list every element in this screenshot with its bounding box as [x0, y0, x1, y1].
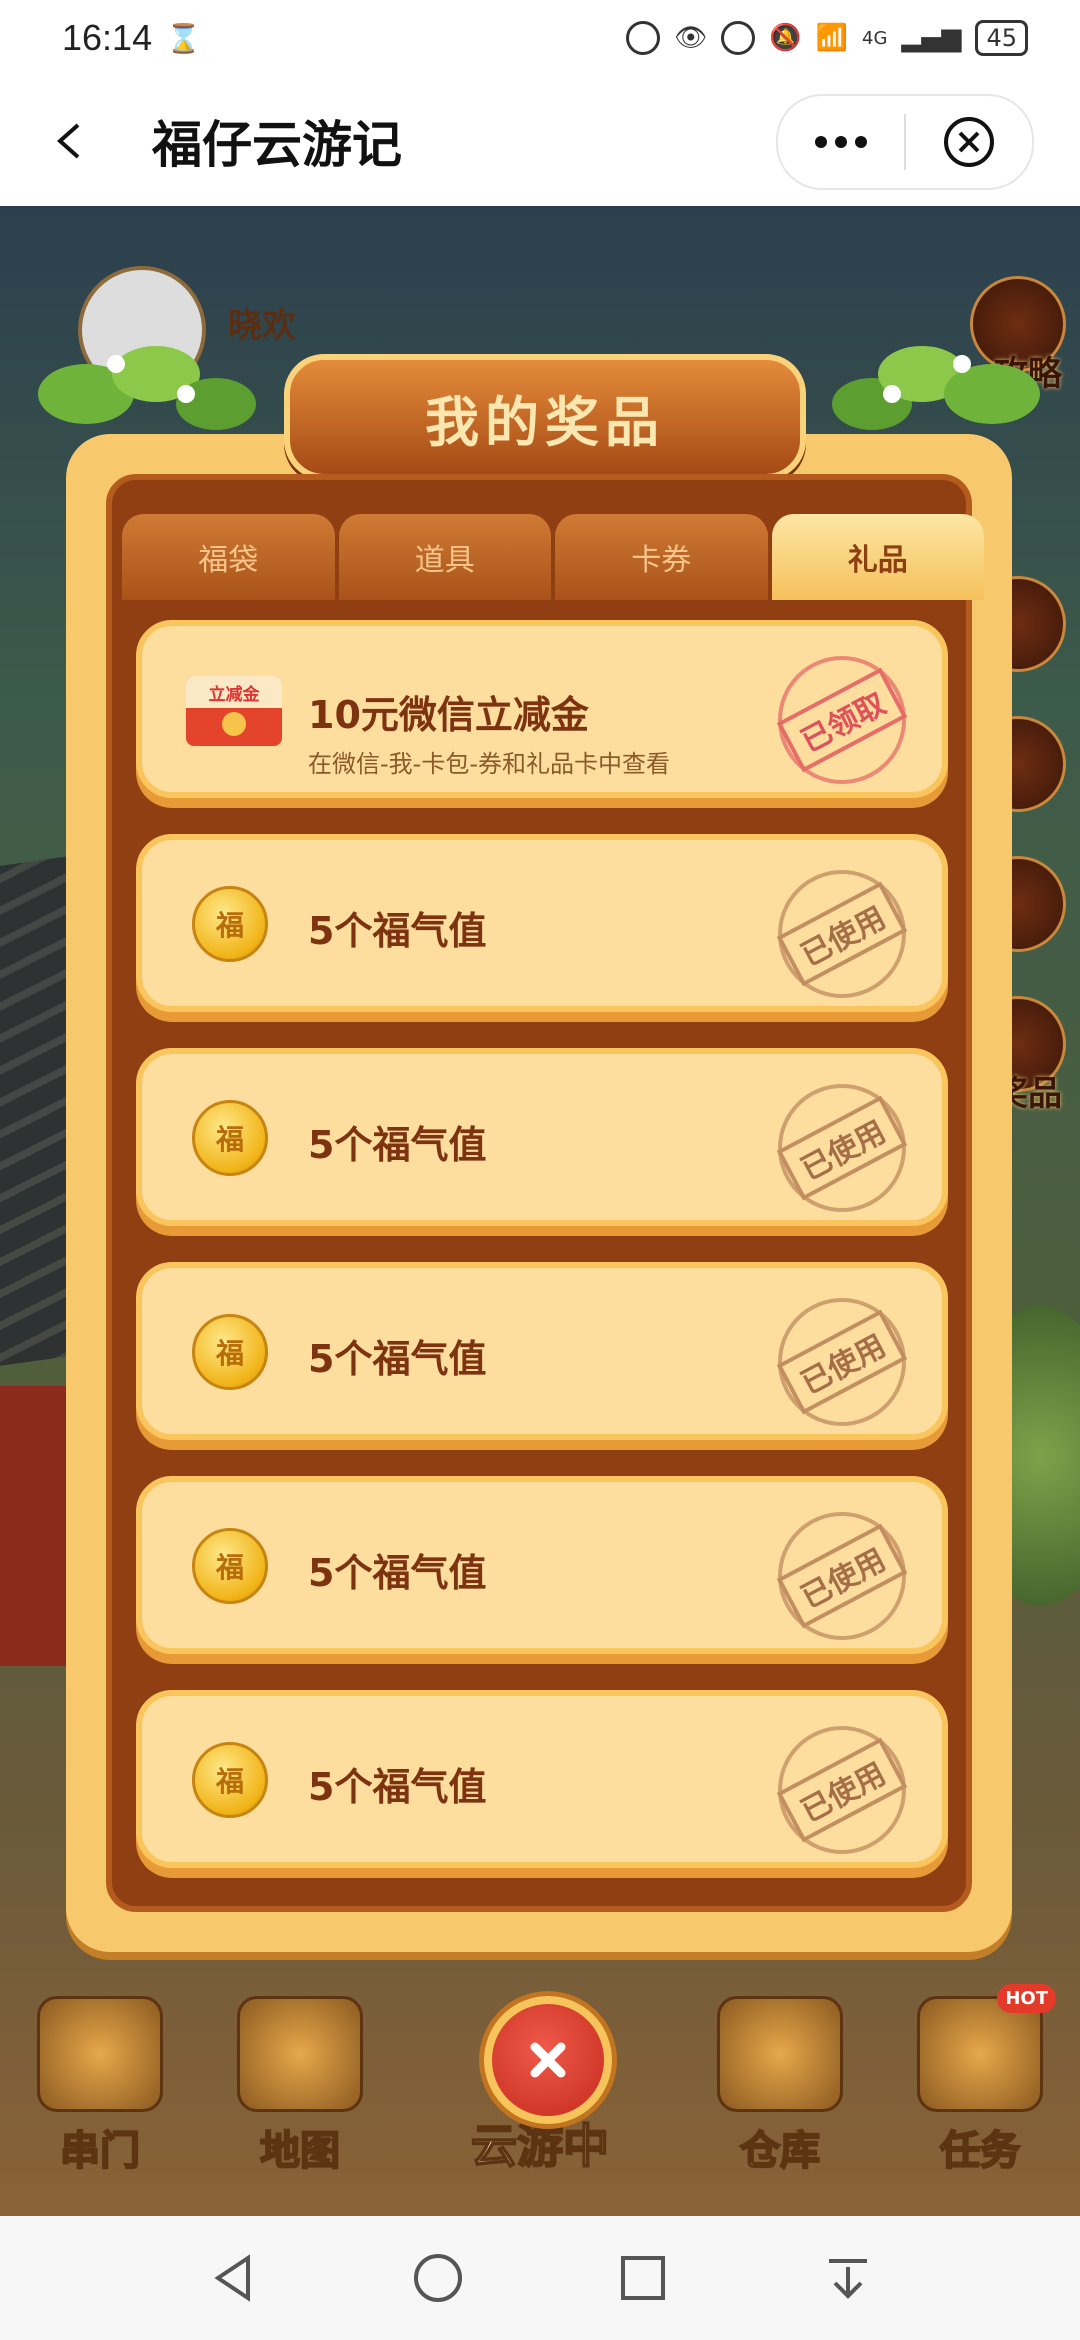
task-list-icon	[917, 1996, 1043, 2112]
pull-down-icon	[828, 2259, 867, 2299]
dock-map[interactable]: 地图	[220, 1996, 380, 2176]
prize-title: 5个福气值	[308, 1123, 487, 1167]
prize-tabs: 福袋 道具 卡券 礼品	[122, 514, 984, 600]
prize-row: 福 5个福气值 已使用	[136, 1690, 948, 1868]
coin-icon: 福	[192, 1314, 268, 1390]
prize-title: 5个福气值	[308, 909, 487, 953]
tab-lucky-bag[interactable]: 福袋	[122, 514, 335, 600]
app-nav-bar: 福仔云游记	[0, 76, 1080, 206]
stamp-text: 已使用	[776, 1523, 908, 1629]
leaves-decoration-icon	[38, 346, 256, 430]
used-stamp: 已使用	[776, 870, 908, 998]
prize-title: 5个福气值	[308, 1765, 487, 1809]
dock-label: 串门	[59, 2127, 141, 2175]
triangle-back-icon	[213, 2254, 250, 2302]
prizes-dialog: 我的奖品 福袋 道具 卡券 礼品 立减金 10元微信立减金 在微信-我-卡包-券…	[38, 346, 1040, 1952]
hot-badge: HOT	[997, 1984, 1056, 2013]
used-stamp: 已使用	[776, 1512, 908, 1640]
house-icon	[37, 1996, 163, 2112]
signal-icon: ▂▄▆	[901, 23, 962, 53]
more-button[interactable]	[778, 96, 904, 188]
prize-row: 福 5个福气值 已使用	[136, 834, 948, 1012]
leaves-decoration-icon	[832, 346, 1040, 430]
prize-row: 立减金 10元微信立减金 在微信-我-卡包-券和礼品卡中查看 已领取	[136, 620, 948, 798]
dock-label: 任务	[939, 2127, 1021, 2175]
prize-title: 10元微信立减金	[308, 693, 589, 737]
dock-warehouse[interactable]: 仓库	[700, 1996, 860, 2176]
used-stamp: 已使用	[776, 1726, 908, 1854]
prize-row: 福 5个福气值 已使用	[136, 1476, 948, 1654]
dialog-title-plate: 我的奖品	[284, 354, 806, 480]
stamp-text: 已使用	[776, 1095, 908, 1201]
dock-label: 仓库	[739, 2127, 821, 2175]
close-x-icon	[530, 2042, 566, 2078]
eye-icon: 👁	[674, 23, 708, 53]
tab-coupons[interactable]: 卡券	[555, 514, 768, 600]
dock-label: 地图	[259, 2127, 341, 2175]
prize-list: 立减金 10元微信立减金 在微信-我-卡包-券和礼品卡中查看 已领取 福 5个福…	[136, 620, 948, 1904]
prize-row: 福 5个福气值 已使用	[136, 1048, 948, 1226]
stamp-text: 已使用	[776, 1309, 908, 1415]
system-home-button[interactable]	[408, 2248, 468, 2308]
tab-props[interactable]: 道具	[338, 514, 551, 600]
more-dots-icon	[815, 136, 867, 148]
red-envelope-icon: 立减金	[186, 676, 282, 746]
square-recents-icon	[620, 2256, 665, 2300]
coin-icon: 福	[192, 1100, 268, 1176]
envelope-label: 立减金	[208, 685, 260, 705]
coin-icon: 福	[192, 1742, 268, 1818]
stamp-text: 已使用	[776, 1737, 908, 1843]
prize-title: 5个福气值	[308, 1337, 487, 1381]
prize-row: 福 5个福气值 已使用	[136, 1262, 948, 1440]
status-bar: 16:14 ⌛ 👁 🔕 📶 4G ▂▄▆ 45	[0, 0, 1080, 76]
nfc-icon	[626, 21, 661, 55]
dock-tasks[interactable]: HOT 任务	[900, 1984, 1060, 2176]
circle-home-icon	[413, 2254, 462, 2302]
tab-gifts[interactable]: 礼品	[771, 514, 984, 600]
used-stamp: 已使用	[776, 1298, 908, 1426]
battery-icon: 45	[975, 20, 1028, 56]
stamp-text: 已使用	[776, 881, 908, 987]
prize-title: 5个福气值	[308, 1551, 487, 1595]
coin-icon: 福	[192, 886, 268, 962]
mini-program-capsule	[776, 94, 1034, 190]
system-recents-button[interactable]	[613, 2248, 673, 2308]
system-back-button[interactable]	[203, 2248, 263, 2308]
page-title: 福仔云游记	[152, 116, 402, 174]
map-icon	[237, 1996, 363, 2112]
back-arrow-icon[interactable]	[50, 121, 90, 161]
mute-icon: 🔕	[769, 23, 802, 53]
alarm-icon	[721, 21, 756, 55]
envelope-seal	[222, 712, 246, 736]
dock-visit[interactable]: 串门	[20, 1996, 180, 2176]
dialog-title: 我的奖品	[425, 390, 665, 454]
coin-icon: 福	[192, 1528, 268, 1604]
status-time: 16:14	[62, 17, 153, 58]
close-circle-icon	[944, 117, 994, 167]
system-nav-bar	[0, 2216, 1080, 2340]
network-label: 4G	[862, 27, 888, 49]
dialog-body: 福袋 道具 卡券 礼品 立减金 10元微信立减金 在微信-我-卡包-券和礼品卡中…	[106, 474, 984, 1912]
hourglass-icon: ⌛	[166, 21, 201, 55]
system-notification-button[interactable]	[818, 2248, 878, 2308]
claimed-stamp: 已领取	[776, 656, 908, 784]
close-dialog-button[interactable]	[484, 1996, 612, 2124]
warehouse-icon	[717, 1996, 843, 2112]
wifi-icon: 📶	[815, 23, 849, 53]
prize-subtitle: 在微信-我-卡包-券和礼品卡中查看	[308, 750, 670, 778]
close-mini-program-button[interactable]	[906, 96, 1032, 188]
used-stamp: 已使用	[776, 1084, 908, 1212]
stamp-text: 已领取	[776, 667, 908, 773]
